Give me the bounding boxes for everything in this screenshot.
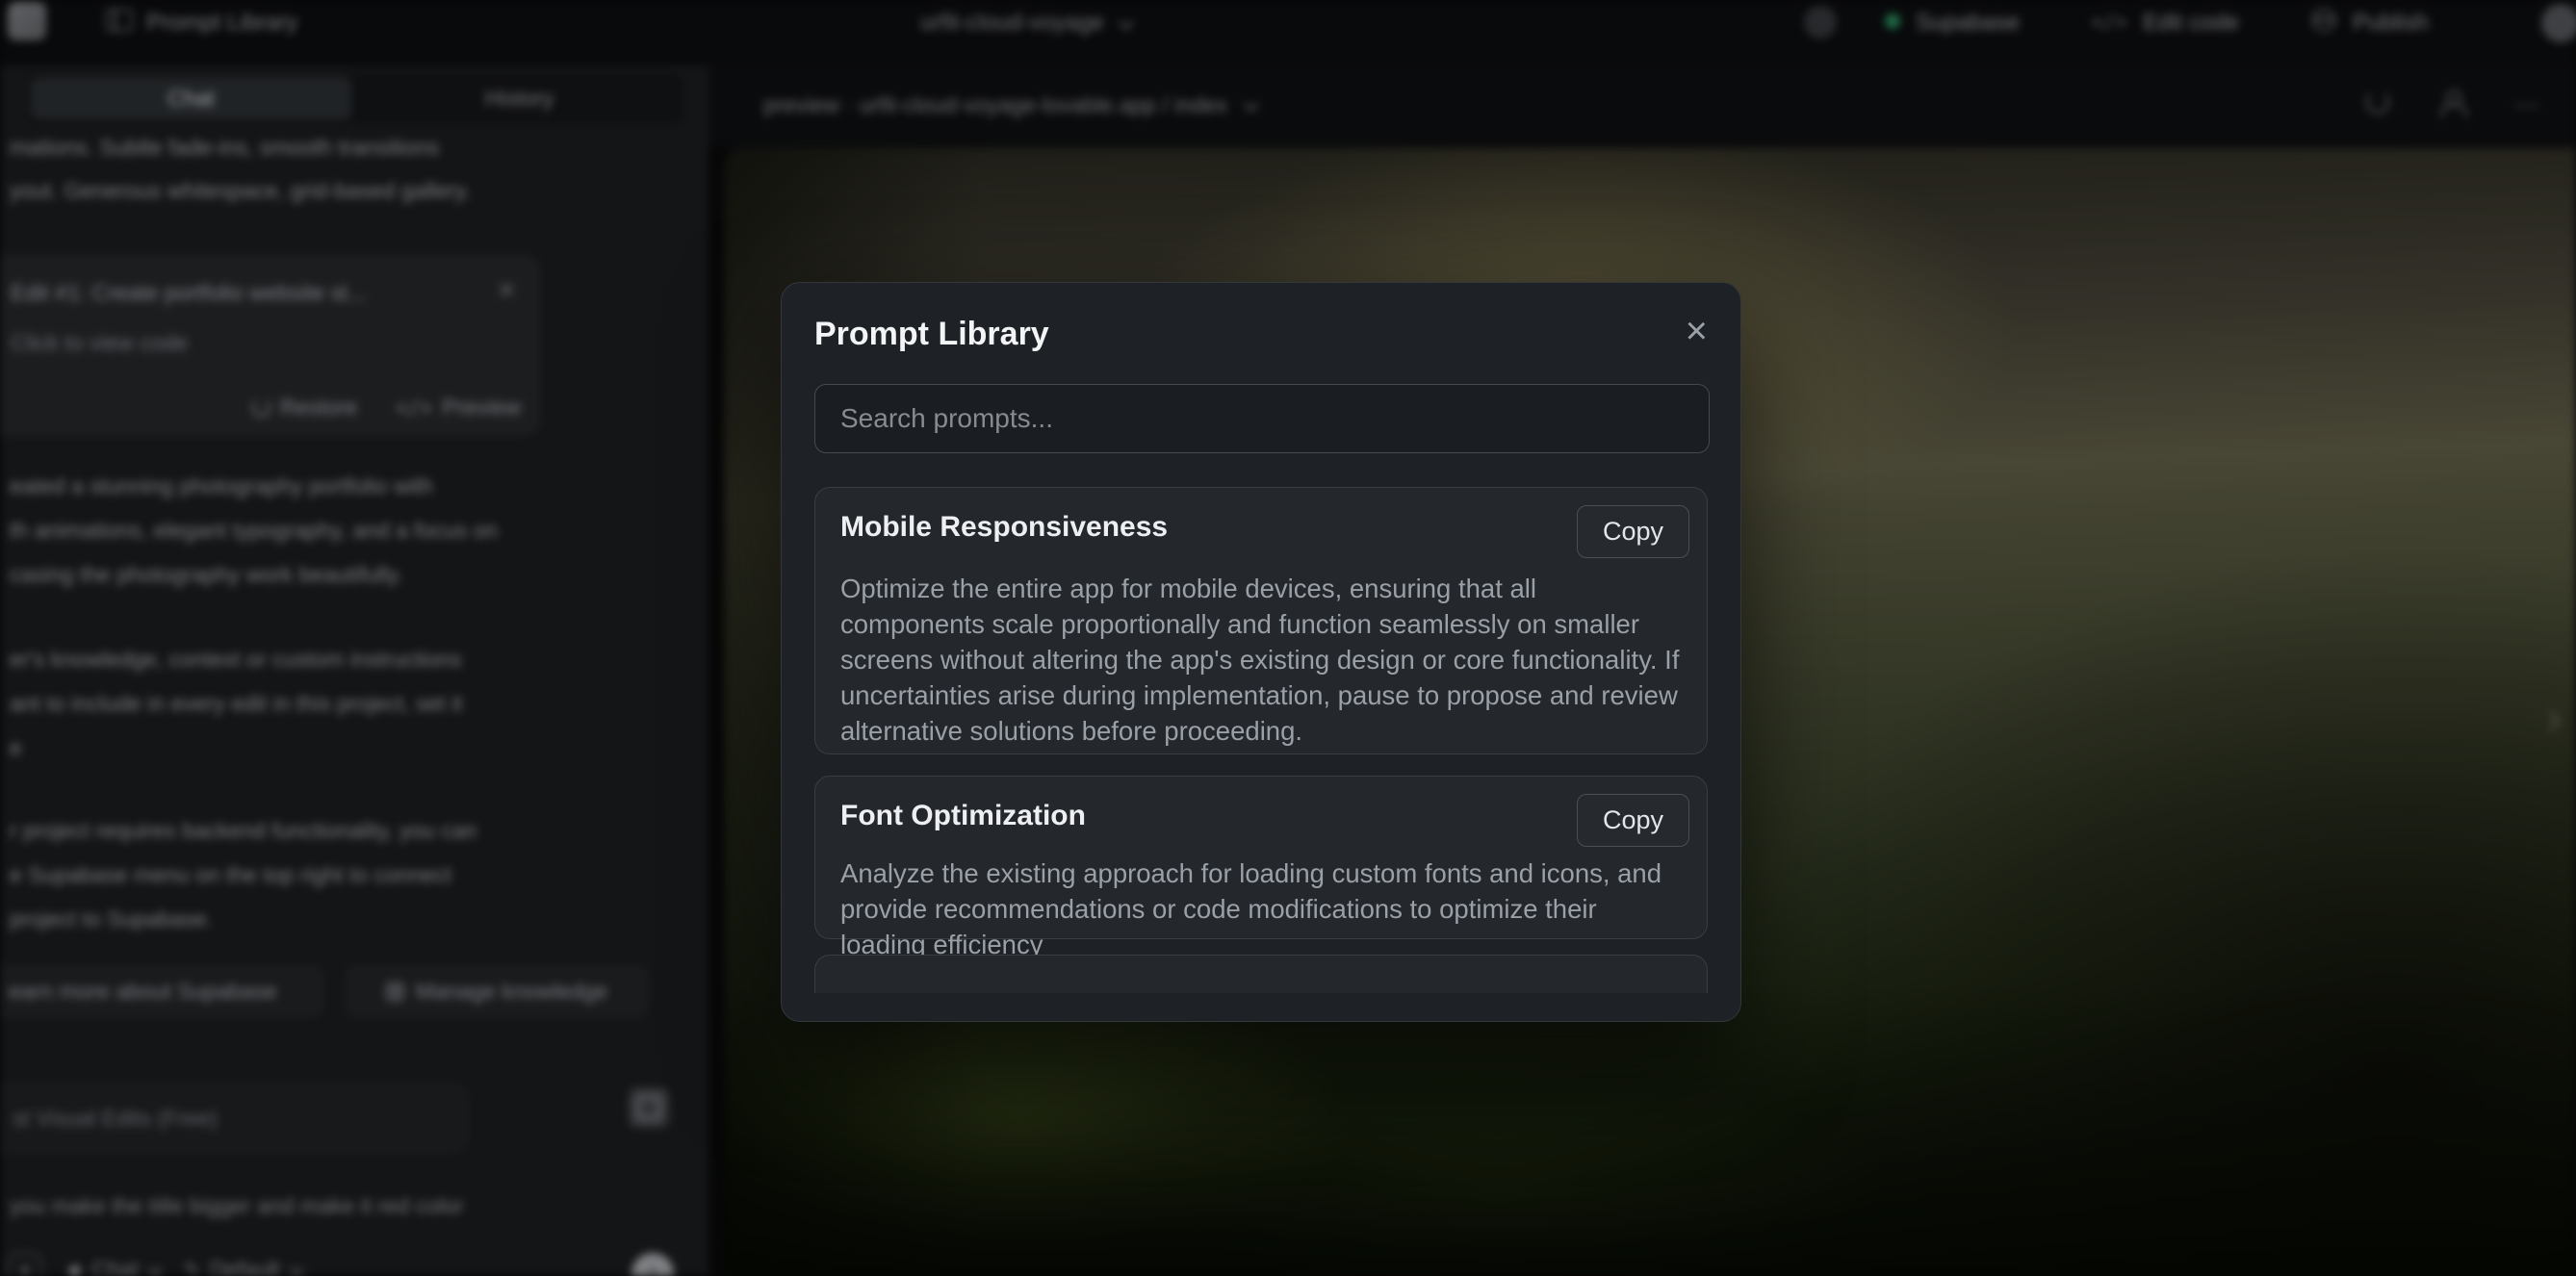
search-input[interactable] — [814, 384, 1710, 453]
copy-button[interactable]: Copy — [1577, 505, 1689, 558]
prompt-card: Font Optimization Copy Analyze the exist… — [814, 776, 1708, 939]
modal-title: Prompt Library — [814, 316, 1049, 353]
close-icon[interactable]: × — [1680, 306, 1713, 356]
prompt-card: Mobile Responsiveness Copy Optimize the … — [814, 487, 1708, 754]
prompt-card-partial — [814, 955, 1708, 993]
prompt-body: Analyze the existing approach for loadin… — [840, 855, 1687, 962]
copy-button[interactable]: Copy — [1577, 794, 1689, 847]
prompt-title: Mobile Responsiveness — [840, 511, 1168, 544]
prompt-body: Optimize the entire app for mobile devic… — [840, 571, 1687, 749]
prompt-library-modal: Prompt Library × Mobile Responsiveness C… — [781, 282, 1741, 1022]
app-screen: Prompt Library urfit-cloud-voyage Supaba… — [0, 0, 2576, 1276]
prompt-title: Font Optimization — [840, 800, 1086, 832]
